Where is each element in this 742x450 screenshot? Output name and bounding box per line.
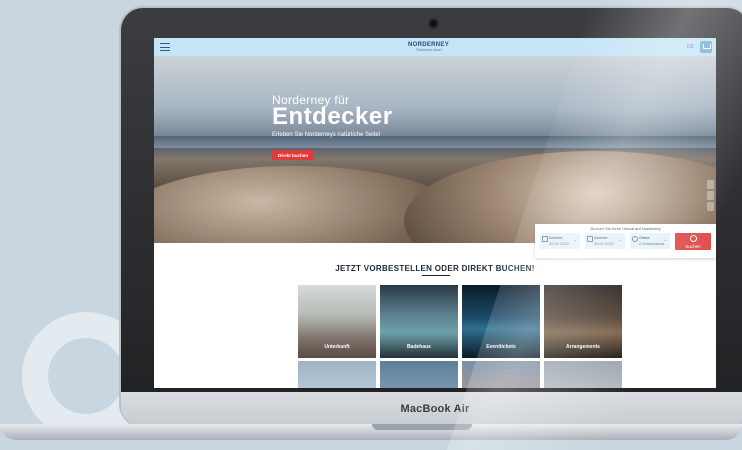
tile-label: Eventtickets bbox=[486, 344, 516, 350]
arrival-value: 20.01.2022 bbox=[549, 241, 570, 246]
tile-eventtickets[interactable]: Eventtickets bbox=[462, 285, 540, 358]
hamburger-icon[interactable] bbox=[160, 43, 170, 51]
side-tab[interactable] bbox=[707, 191, 714, 200]
header-actions: DE bbox=[687, 41, 712, 53]
search-label: Suchen bbox=[685, 244, 701, 249]
section-underline bbox=[422, 275, 450, 276]
tile-arrangements[interactable]: Arrangements bbox=[544, 285, 622, 358]
booking-title: Buchen Sie Ihren Urlaub auf Norderney bbox=[590, 226, 661, 231]
hero-tagline: Erleben Sie Norderneys natürliche Seite! bbox=[272, 132, 381, 138]
browser-screen: NORDERNEY Thalasso Insel DE Norderney fü… bbox=[154, 38, 716, 388]
laptop-chin: MacBook Air bbox=[121, 392, 742, 426]
cart-icon[interactable] bbox=[700, 41, 712, 53]
guests-label: Gäste bbox=[639, 235, 650, 240]
hero-title: Entdecker bbox=[272, 103, 393, 130]
search-icon bbox=[689, 235, 697, 242]
webcam bbox=[430, 20, 437, 27]
chevron-down-icon: ⌄ bbox=[618, 237, 622, 242]
chevron-down-icon: ⌄ bbox=[573, 237, 577, 242]
calendar-icon bbox=[542, 236, 548, 242]
calendar-icon bbox=[587, 236, 593, 242]
laptop-base bbox=[0, 424, 742, 440]
person-icon bbox=[632, 236, 638, 242]
side-tab[interactable] bbox=[707, 202, 714, 211]
search-button[interactable]: Suchen bbox=[675, 233, 711, 250]
section-heading: JETZT VORBESTELLEN ODER DIREKT BUCHEN! bbox=[335, 264, 535, 273]
tile-label: Badehaus bbox=[407, 344, 431, 350]
tile-label: Unterkunft bbox=[324, 344, 350, 350]
hero-text-block: Norderney für Entdecker Erleben Sie Nord… bbox=[272, 93, 393, 138]
arrival-field[interactable]: Anreise 20.01.2022 ⌄ bbox=[540, 233, 580, 249]
hero-side-tabs bbox=[707, 180, 714, 211]
tile-image[interactable] bbox=[462, 361, 540, 388]
departure-value: 20.01.2022 bbox=[594, 241, 615, 246]
site-logo[interactable]: NORDERNEY Thalasso Insel bbox=[408, 42, 449, 52]
tile-image[interactable] bbox=[298, 361, 376, 388]
site-header: NORDERNEY Thalasso Insel DE bbox=[154, 38, 716, 56]
hero-banner: Norderney für Entdecker Erleben Sie Nord… bbox=[154, 56, 716, 243]
tile-image[interactable] bbox=[544, 361, 622, 388]
guests-field[interactable]: Gäste 2 Erwachsene ⌄ bbox=[630, 233, 670, 249]
tile-image[interactable] bbox=[380, 361, 458, 388]
hero-sea bbox=[154, 136, 716, 148]
direct-book-button[interactable]: Direkt buchen bbox=[272, 150, 315, 160]
logo-sub-text: Thalasso Insel bbox=[415, 47, 442, 52]
device-brand-label: MacBook Air bbox=[400, 403, 470, 415]
tile-label: Arrangements bbox=[566, 344, 600, 350]
arrival-label: Anreise bbox=[549, 235, 563, 240]
laptop-notch bbox=[372, 424, 472, 430]
guests-value: 2 Erwachsene bbox=[639, 241, 665, 246]
tile-badehaus[interactable]: Badehaus bbox=[380, 285, 458, 358]
tile-unterkunft[interactable]: Unterkunft bbox=[298, 285, 376, 358]
chevron-down-icon: ⌄ bbox=[663, 237, 667, 242]
language-switch[interactable]: DE bbox=[687, 44, 694, 50]
booking-widget: Buchen Sie Ihren Urlaub auf Norderney An… bbox=[535, 224, 716, 258]
side-tab[interactable] bbox=[707, 180, 714, 189]
departure-label: Abreise bbox=[594, 235, 608, 240]
departure-field[interactable]: Abreise 20.01.2022 ⌄ bbox=[585, 233, 625, 249]
